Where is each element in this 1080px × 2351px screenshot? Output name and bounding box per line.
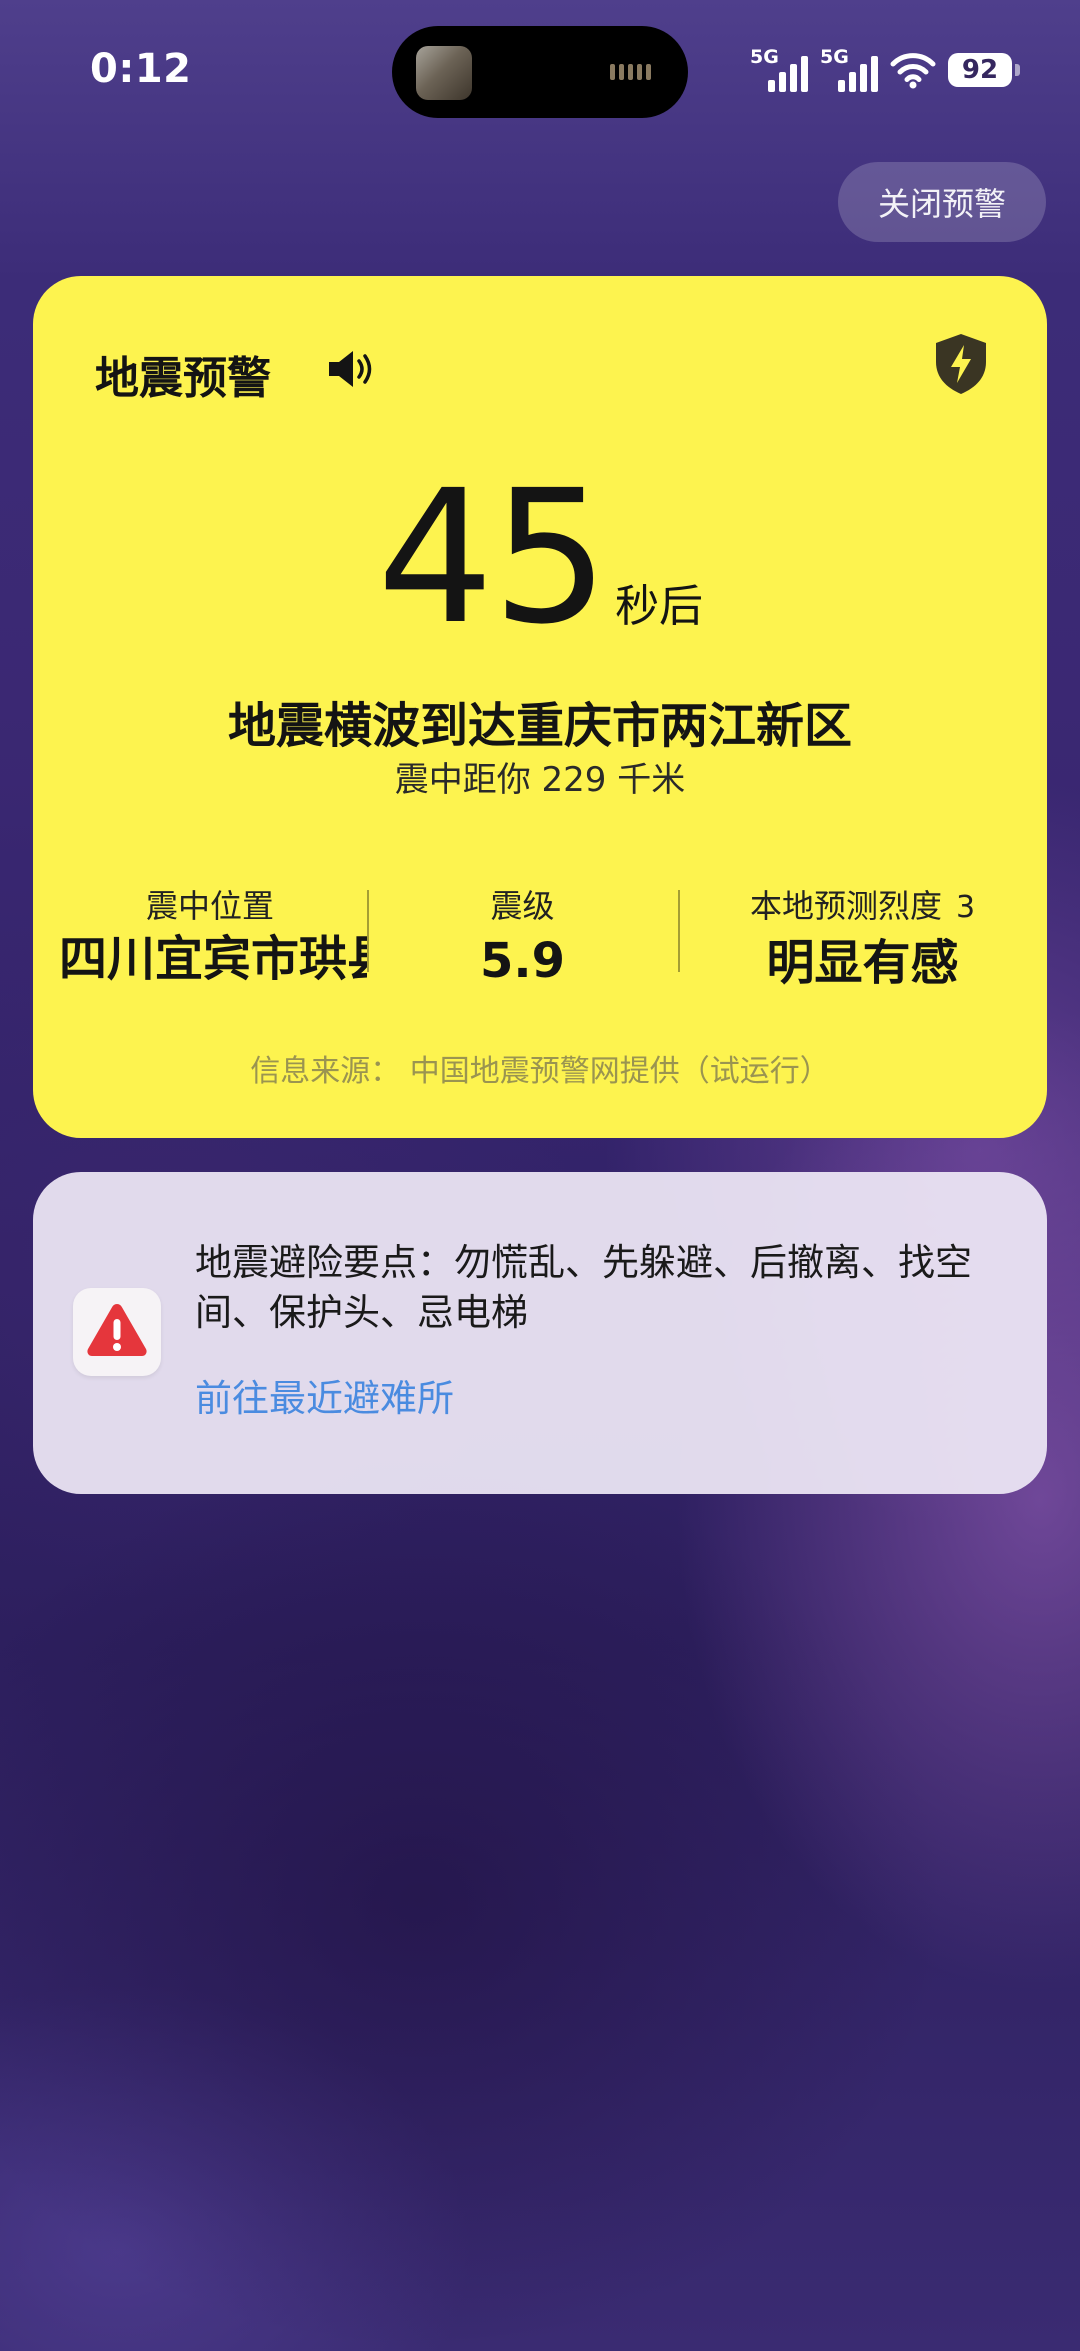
intensity-value: 明显有感 xyxy=(766,935,959,991)
speaker-icon[interactable] xyxy=(325,346,379,392)
epicenter-label: 震中位置 xyxy=(145,887,274,925)
magnitude-label: 震级 xyxy=(490,887,555,925)
status-icons: 5G 5G 92 xyxy=(750,46,1020,92)
countdown: 45 秒后 xyxy=(33,466,1047,650)
safety-tips-card: 地震避险要点：勿慌乱、先躲避、后撤离、找空间、保护头、忌电梯 前往最近避难所 xyxy=(33,1172,1047,1494)
safety-tips-text: 地震避险要点：勿慌乱、先躲避、后撤离、找空间、保护头、忌电梯 xyxy=(195,1241,972,1334)
epicenter-column: 震中位置 四川宜宾市珙县 xyxy=(33,886,367,996)
magnitude-column: 震级 5.9 xyxy=(367,886,678,996)
warning-triangle-icon xyxy=(87,1304,147,1356)
live-activity-thumbnail xyxy=(416,46,472,100)
cellular-signal-icon: 5G xyxy=(750,46,808,92)
info-source: 信息来源： 中国地震预警网提供（试运行） xyxy=(250,1054,830,1089)
warning-tile xyxy=(73,1288,161,1376)
epicenter-distance: 震中距你 229 千米 xyxy=(394,760,686,800)
epicenter-value: 四川宜宾市珙县 xyxy=(59,931,367,987)
countdown-unit: 秒后 xyxy=(615,581,704,632)
status-time: 0:12 xyxy=(90,46,192,92)
intensity-column: 本地预测烈度 3 明显有感 xyxy=(678,886,1047,996)
intensity-label: 本地预测烈度 xyxy=(749,887,942,925)
alert-title: 地震预警 xyxy=(95,353,271,404)
intensity-label-line: 本地预测烈度 3 xyxy=(678,886,1047,928)
magnitude-value: 5.9 xyxy=(479,933,566,989)
close-alert-button[interactable]: 关闭预警 xyxy=(838,162,1046,242)
battery-level: 92 xyxy=(961,55,999,85)
wifi-icon xyxy=(890,53,936,89)
wave-arrival-message: 地震横波到达重庆市两江新区 xyxy=(227,698,852,754)
dynamic-island[interactable] xyxy=(392,26,688,118)
earthquake-alert-card: 地震预警 45 秒后 地震横波到达重庆市两江新区 震中距你 229 千米 震中位置… xyxy=(33,276,1047,1138)
nearest-shelter-link[interactable]: 前往最近避难所 xyxy=(195,1368,454,1422)
countdown-number: 45 xyxy=(376,451,609,665)
audio-wave-icon xyxy=(610,64,651,80)
battery-icon: 92 xyxy=(948,53,1020,87)
intensity-number: 3 xyxy=(955,890,976,925)
cellular-signal-icon-2: 5G xyxy=(820,46,878,92)
shield-bolt-icon xyxy=(936,334,986,394)
quake-info-row: 震中位置 四川宜宾市珙县 震级 5.9 本地预测烈度 3 明显有感 xyxy=(33,886,1047,996)
